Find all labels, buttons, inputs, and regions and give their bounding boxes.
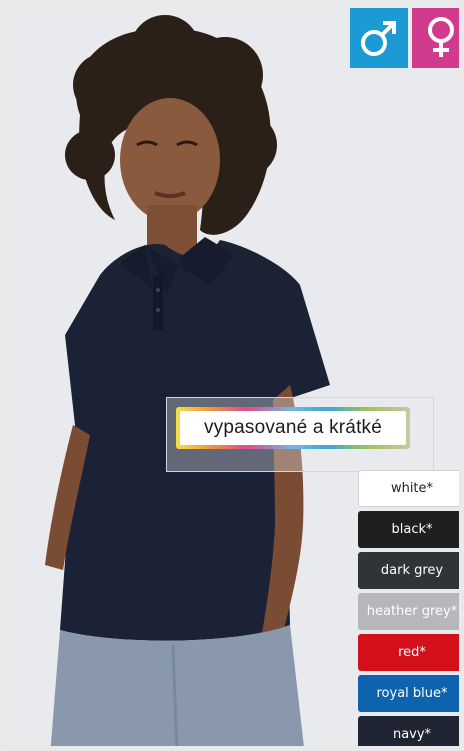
product-frame: vypasované a krátké white* black* dark g… — [0, 0, 464, 751]
color-swatch-black[interactable]: black* — [358, 511, 459, 548]
color-swatch-red[interactable]: red* — [358, 634, 459, 671]
fit-badge-text: vypasované a krátké — [180, 411, 406, 445]
color-swatch-dark-grey[interactable]: dark grey — [358, 552, 459, 589]
color-swatch-list: white* black* dark grey heather grey* re… — [358, 470, 459, 746]
color-swatch-white[interactable]: white* — [358, 470, 459, 507]
female-symbol-icon — [428, 17, 454, 57]
color-swatch-royal-blue[interactable]: royal blue* — [358, 675, 459, 712]
color-swatch-heather-grey[interactable]: heather grey* — [358, 593, 459, 630]
male-filter-button[interactable] — [350, 8, 408, 68]
female-filter-button[interactable] — [412, 8, 459, 68]
color-swatch-navy[interactable]: navy* — [358, 716, 459, 746]
male-symbol-icon — [361, 21, 396, 56]
fit-badge: vypasované a krátké — [176, 407, 410, 449]
